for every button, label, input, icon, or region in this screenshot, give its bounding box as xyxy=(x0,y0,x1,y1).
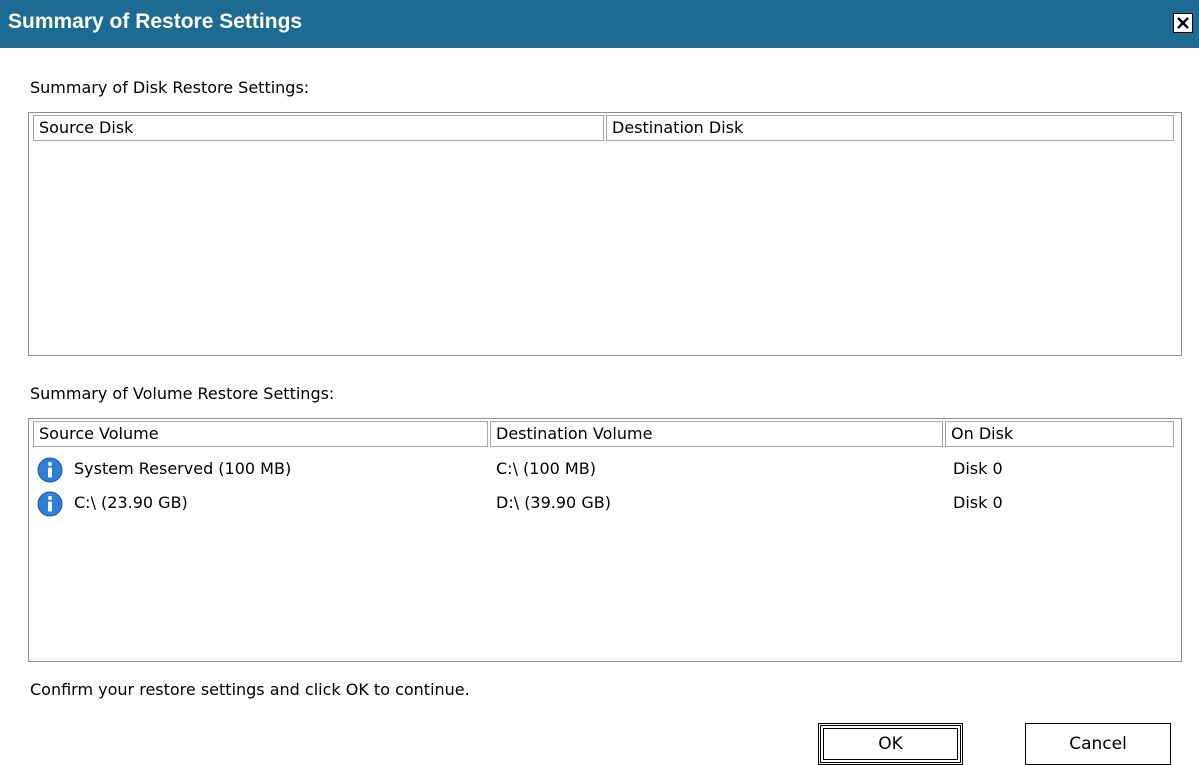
table-row[interactable]: System Reserved (100 MB) C:\ (100 MB) Di… xyxy=(29,455,1181,485)
disk-list[interactable]: Source Disk Destination Disk xyxy=(28,112,1182,356)
ok-button[interactable]: OK xyxy=(818,723,963,765)
on-disk-cell: Disk 0 xyxy=(953,493,1003,512)
column-header-on-disk[interactable]: On Disk xyxy=(945,421,1174,447)
column-header-destination-volume[interactable]: Destination Volume xyxy=(490,421,943,447)
disk-section-label: Summary of Disk Restore Settings: xyxy=(30,78,310,97)
title-bar: Summary of Restore Settings xyxy=(0,0,1199,48)
source-volume-cell: System Reserved (100 MB) xyxy=(74,459,292,478)
destination-volume-cell: C:\ (100 MB) xyxy=(496,459,596,478)
destination-volume-cell: D:\ (39.90 GB) xyxy=(496,493,611,512)
column-header-source-disk[interactable]: Source Disk xyxy=(33,115,604,141)
on-disk-cell: Disk 0 xyxy=(953,459,1003,478)
info-icon xyxy=(37,491,63,517)
table-row[interactable]: C:\ (23.90 GB) D:\ (39.90 GB) Disk 0 xyxy=(29,489,1181,519)
info-icon xyxy=(37,457,63,483)
close-icon xyxy=(1177,17,1189,29)
cancel-button[interactable]: Cancel xyxy=(1025,723,1171,765)
volume-list[interactable]: Source Volume Destination Volume On Disk… xyxy=(28,418,1182,662)
confirm-message: Confirm your restore settings and click … xyxy=(30,680,470,699)
volume-section-label: Summary of Volume Restore Settings: xyxy=(30,384,335,403)
column-header-destination-disk[interactable]: Destination Disk xyxy=(606,115,1174,141)
close-button[interactable] xyxy=(1173,13,1193,33)
column-header-source-volume[interactable]: Source Volume xyxy=(33,421,488,447)
window-title: Summary of Restore Settings xyxy=(8,10,303,33)
source-volume-cell: C:\ (23.90 GB) xyxy=(74,493,188,512)
